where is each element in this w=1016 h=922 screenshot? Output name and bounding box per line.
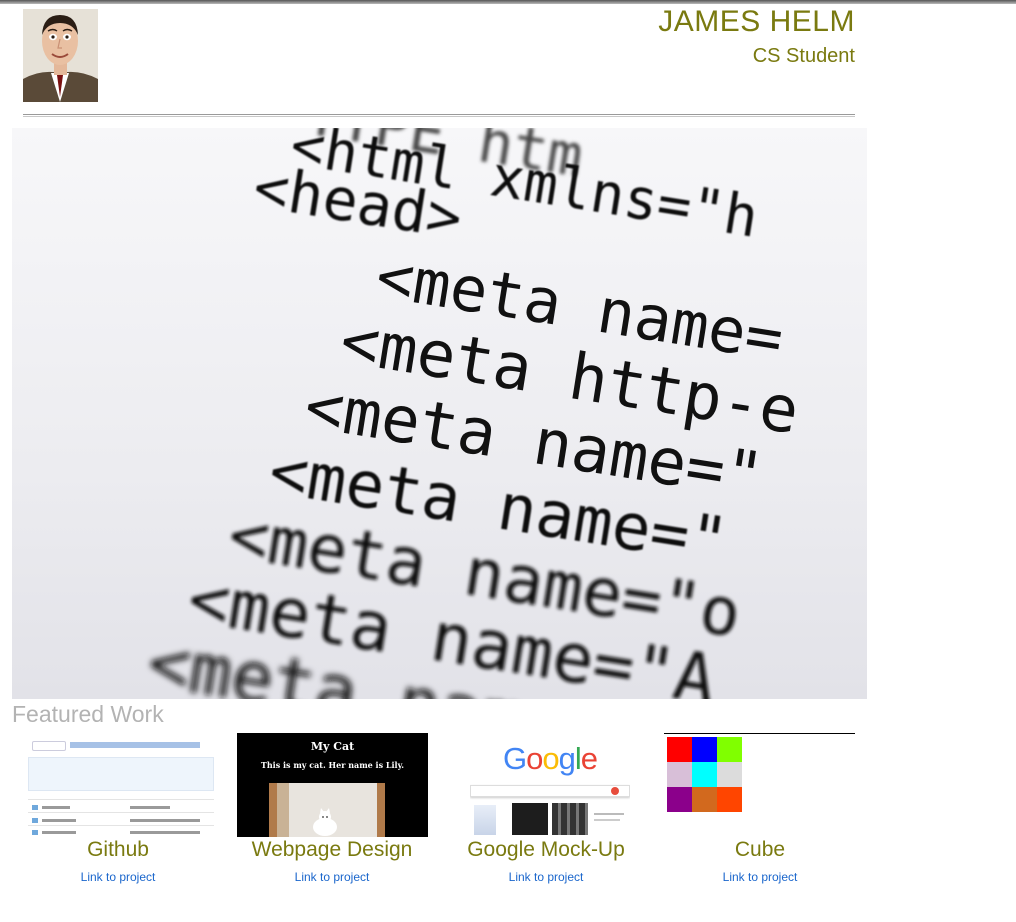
branch-selector-shape — [32, 741, 66, 751]
cube-color-cell — [692, 787, 717, 812]
repo-breadcrumb-shape — [70, 742, 200, 748]
file-name-shape — [42, 831, 76, 834]
project-card-github: Github Link to project — [11, 733, 225, 893]
project-link[interactable]: Link to project — [225, 870, 439, 884]
webpage-design-thumbnail[interactable]: My Cat This is my cat. Her name is Lily. — [237, 733, 428, 837]
project-title: Google Mock-Up — [467, 838, 625, 861]
page-subtitle: CS Student — [752, 45, 855, 67]
google-mockup-thumbnail[interactable]: Google — [470, 733, 630, 837]
file-name-shape — [42, 806, 70, 809]
cube-color-cell — [717, 737, 742, 762]
folder-icon — [32, 830, 38, 835]
preview-text-shape — [594, 819, 620, 821]
folder-icon — [32, 805, 38, 810]
page-title: JAMES HELM — [658, 5, 855, 38]
cube-color-cell — [667, 762, 692, 787]
color-grid — [667, 737, 742, 812]
featured-work-heading: Featured Work — [12, 701, 164, 727]
thumb-text: This is my cat. Her name is Lily. — [260, 760, 405, 770]
cube-color-cell — [717, 787, 742, 812]
project-title: Cube — [734, 838, 786, 861]
commit-bar-shape — [28, 757, 214, 791]
cube-thumbnail[interactable] — [664, 733, 855, 837]
cube-color-cell — [692, 737, 717, 762]
project-card-google-mockup: Google Google Mock-Up Link to project — [439, 733, 653, 893]
file-msg-shape — [130, 819, 200, 822]
google-logo: Google — [502, 741, 598, 776]
preview-tile — [512, 803, 548, 835]
cat-photo — [269, 783, 385, 837]
cube-color-cell — [667, 787, 692, 812]
file-row-divider — [28, 799, 214, 800]
thumb-title: My Cat — [310, 740, 355, 753]
search-icon — [611, 787, 619, 795]
avatar — [23, 9, 98, 102]
project-title: Webpage Design — [251, 838, 413, 861]
preview-tile — [474, 805, 496, 835]
project-card-webpage-design: My Cat This is my cat. Her name is Lily.… — [225, 733, 439, 893]
file-row-divider — [28, 825, 214, 826]
file-row-divider — [28, 812, 214, 813]
file-msg-shape — [130, 806, 170, 809]
top-edge-bar — [0, 0, 1016, 4]
project-title: Github — [87, 838, 149, 861]
hero-code-image: TYPE htm <html xmlns="h <head> <meta nam… — [12, 128, 867, 699]
thumbnail-top-border — [664, 733, 855, 734]
github-thumbnail[interactable] — [26, 733, 214, 837]
cube-color-cell — [667, 737, 692, 762]
header-divider — [23, 114, 855, 117]
preview-tile — [552, 803, 588, 835]
file-name-shape — [42, 819, 76, 822]
search-bar-shape — [470, 785, 630, 797]
folder-icon — [32, 818, 38, 823]
preview-text-shape — [594, 813, 624, 815]
project-link[interactable]: Link to project — [653, 870, 867, 884]
project-card-cube: Cube Link to project — [653, 733, 867, 893]
cube-color-cell — [717, 762, 742, 787]
project-link[interactable]: Link to project — [11, 870, 225, 884]
file-msg-shape — [130, 831, 200, 834]
cube-color-cell — [692, 762, 717, 787]
project-link[interactable]: Link to project — [439, 870, 653, 884]
